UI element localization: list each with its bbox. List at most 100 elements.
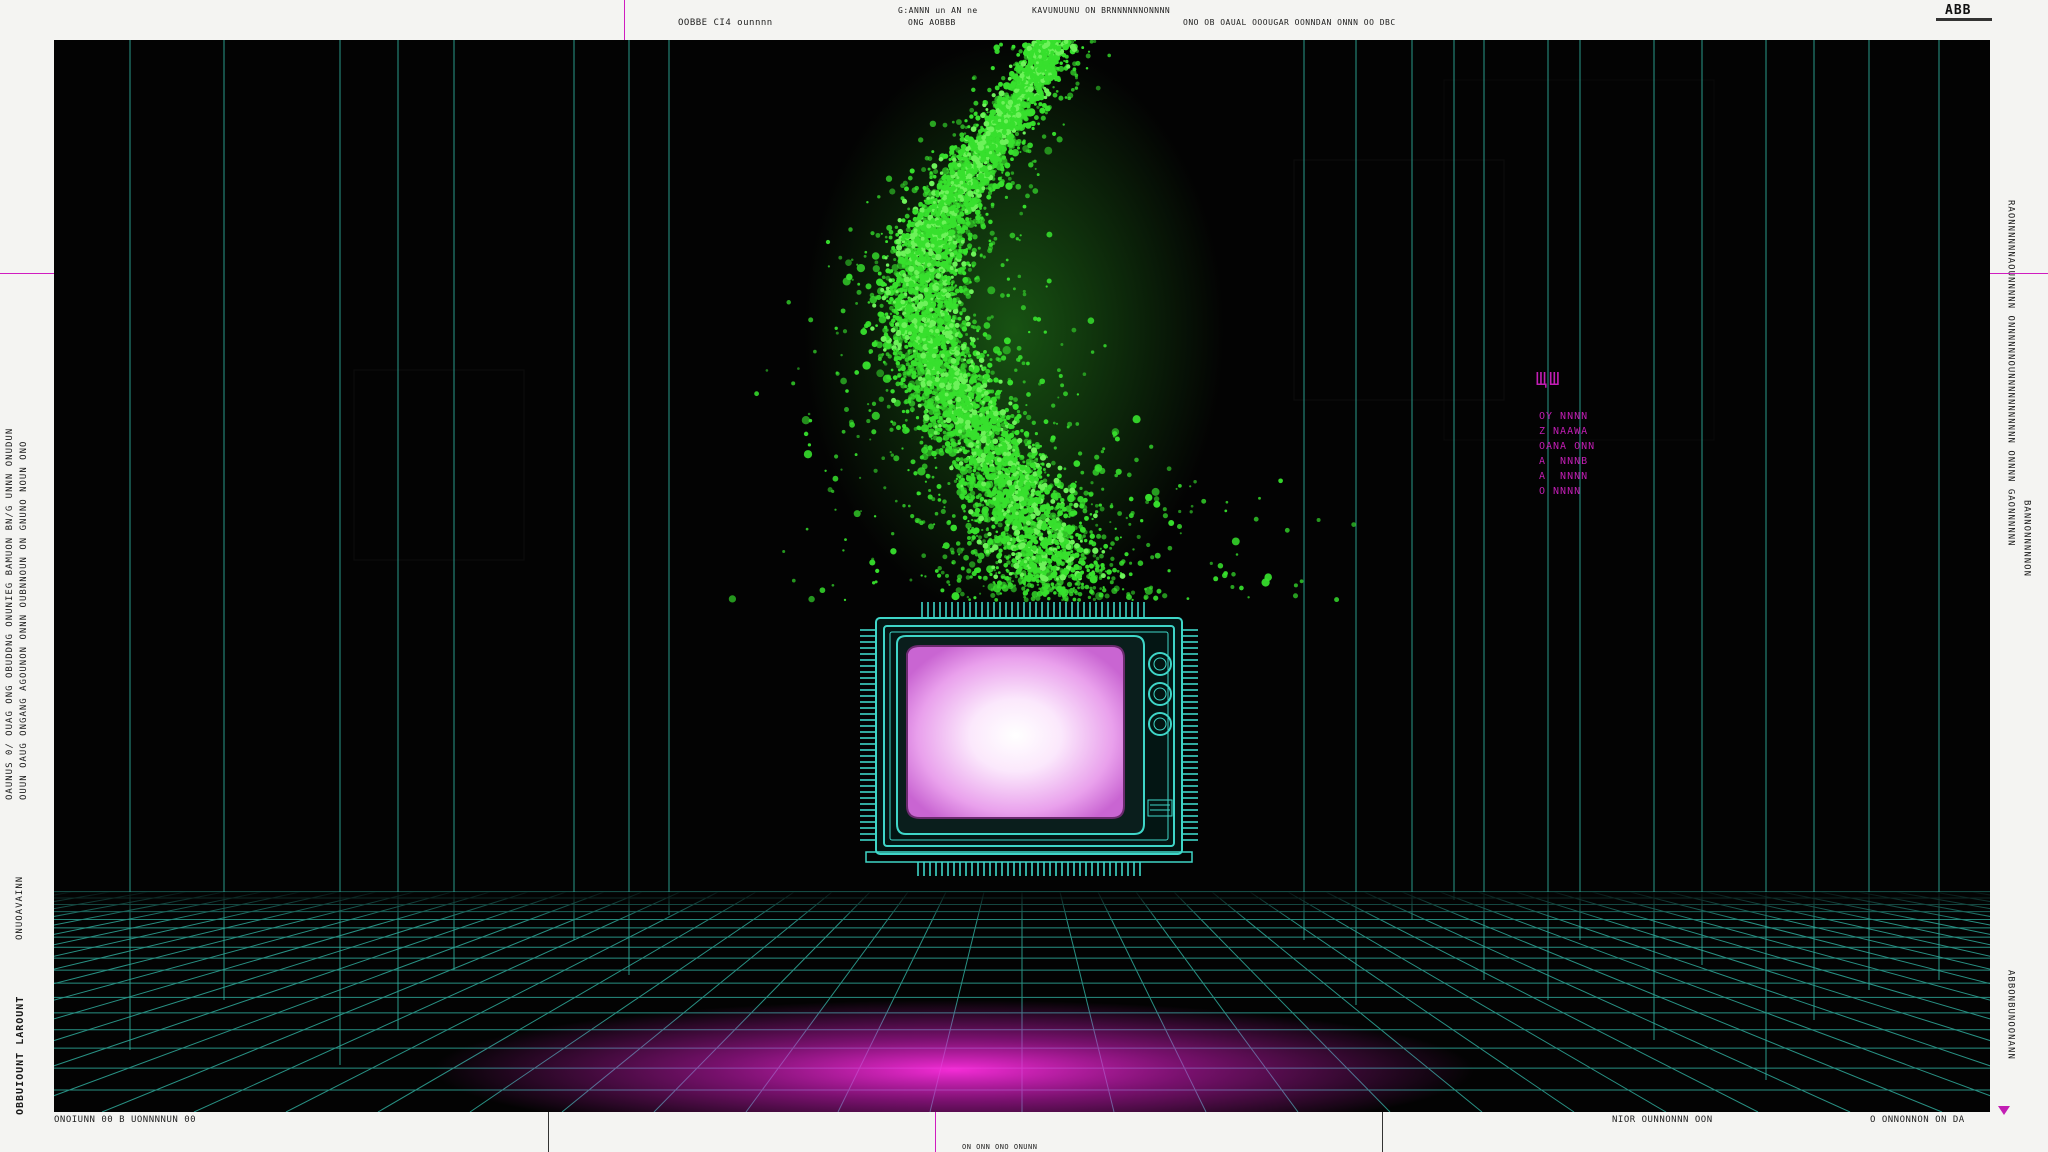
particle — [877, 357, 882, 362]
particle — [963, 132, 967, 135]
particle — [967, 267, 972, 272]
particle — [874, 295, 879, 300]
particle — [921, 520, 926, 524]
particle — [904, 389, 909, 394]
particle — [1107, 53, 1111, 58]
particle — [1017, 355, 1023, 360]
particle — [1231, 572, 1236, 577]
particle — [855, 301, 859, 305]
particle — [951, 560, 956, 565]
particle — [981, 528, 984, 532]
particle — [965, 229, 971, 235]
particle — [885, 389, 889, 392]
particle — [848, 227, 853, 232]
particle — [963, 510, 966, 513]
particle — [1022, 289, 1026, 293]
particle — [972, 319, 977, 325]
particle — [967, 527, 970, 531]
particle — [974, 502, 979, 506]
footer-right-label-1: NIOR OUNNONNN OON — [1612, 1115, 1713, 1125]
particle — [1099, 506, 1105, 512]
particle-core — [969, 289, 974, 295]
footer-tick-left — [548, 1112, 549, 1152]
footer-center-label: ON ONN ONO ONUNN — [962, 1143, 1038, 1151]
particle — [871, 401, 877, 406]
particle — [961, 227, 966, 231]
particle — [1080, 553, 1085, 558]
particle — [1074, 480, 1077, 483]
particle — [1178, 484, 1182, 488]
particle — [797, 367, 800, 370]
particle — [934, 569, 939, 573]
particle — [1000, 263, 1005, 268]
particle — [1230, 585, 1235, 589]
particle — [934, 466, 938, 469]
particle — [878, 311, 883, 317]
particle-core — [1013, 559, 1018, 564]
particle — [1019, 211, 1023, 216]
particle — [1066, 581, 1073, 588]
particle — [907, 175, 913, 181]
particle — [952, 133, 957, 137]
floor-col-16 — [54, 891, 491, 1020]
particle-core — [1047, 484, 1053, 490]
particle-core — [1039, 107, 1046, 114]
particle — [1040, 115, 1046, 121]
particle — [882, 374, 892, 383]
particle — [975, 214, 981, 221]
particle — [991, 100, 996, 105]
particle — [871, 411, 880, 421]
particle-core — [963, 358, 967, 362]
particle — [1284, 527, 1290, 533]
particle — [1140, 519, 1144, 523]
particle — [1020, 428, 1024, 433]
particle — [1052, 421, 1056, 425]
particle — [905, 227, 911, 233]
particle — [990, 66, 995, 71]
particle — [1043, 330, 1047, 334]
particle — [956, 577, 962, 583]
particle — [1077, 496, 1084, 503]
particle — [842, 329, 848, 334]
particle — [970, 549, 976, 555]
particle — [938, 493, 941, 496]
particle — [862, 361, 871, 370]
particle — [1051, 585, 1055, 590]
particle — [838, 255, 843, 260]
particle — [907, 504, 911, 508]
particle — [969, 217, 972, 220]
particle-core — [958, 288, 964, 294]
particle — [881, 456, 886, 461]
particle — [1042, 478, 1048, 483]
particle — [1193, 480, 1197, 484]
particle — [974, 277, 977, 280]
particle — [1003, 584, 1006, 587]
particle — [885, 175, 893, 182]
particle-core — [892, 351, 898, 356]
particle — [1013, 437, 1017, 441]
particle — [987, 286, 996, 295]
particle — [866, 362, 870, 366]
particle — [959, 132, 965, 138]
particle — [834, 454, 839, 459]
particle — [1051, 460, 1056, 466]
particle — [1092, 554, 1097, 558]
particle — [1109, 562, 1114, 567]
particle — [840, 353, 843, 357]
particle — [1087, 317, 1095, 325]
particle — [967, 520, 970, 523]
particle — [1089, 575, 1098, 584]
particle — [782, 549, 786, 554]
particle — [1016, 345, 1022, 351]
particle — [994, 350, 998, 354]
particle — [1299, 579, 1304, 584]
particle — [1128, 522, 1132, 526]
particle — [840, 308, 846, 314]
particle — [1044, 471, 1047, 474]
particle — [995, 530, 999, 534]
particle — [854, 453, 858, 457]
particle — [973, 111, 978, 117]
particle — [985, 527, 990, 532]
particle — [961, 503, 967, 510]
particle — [1080, 470, 1085, 475]
